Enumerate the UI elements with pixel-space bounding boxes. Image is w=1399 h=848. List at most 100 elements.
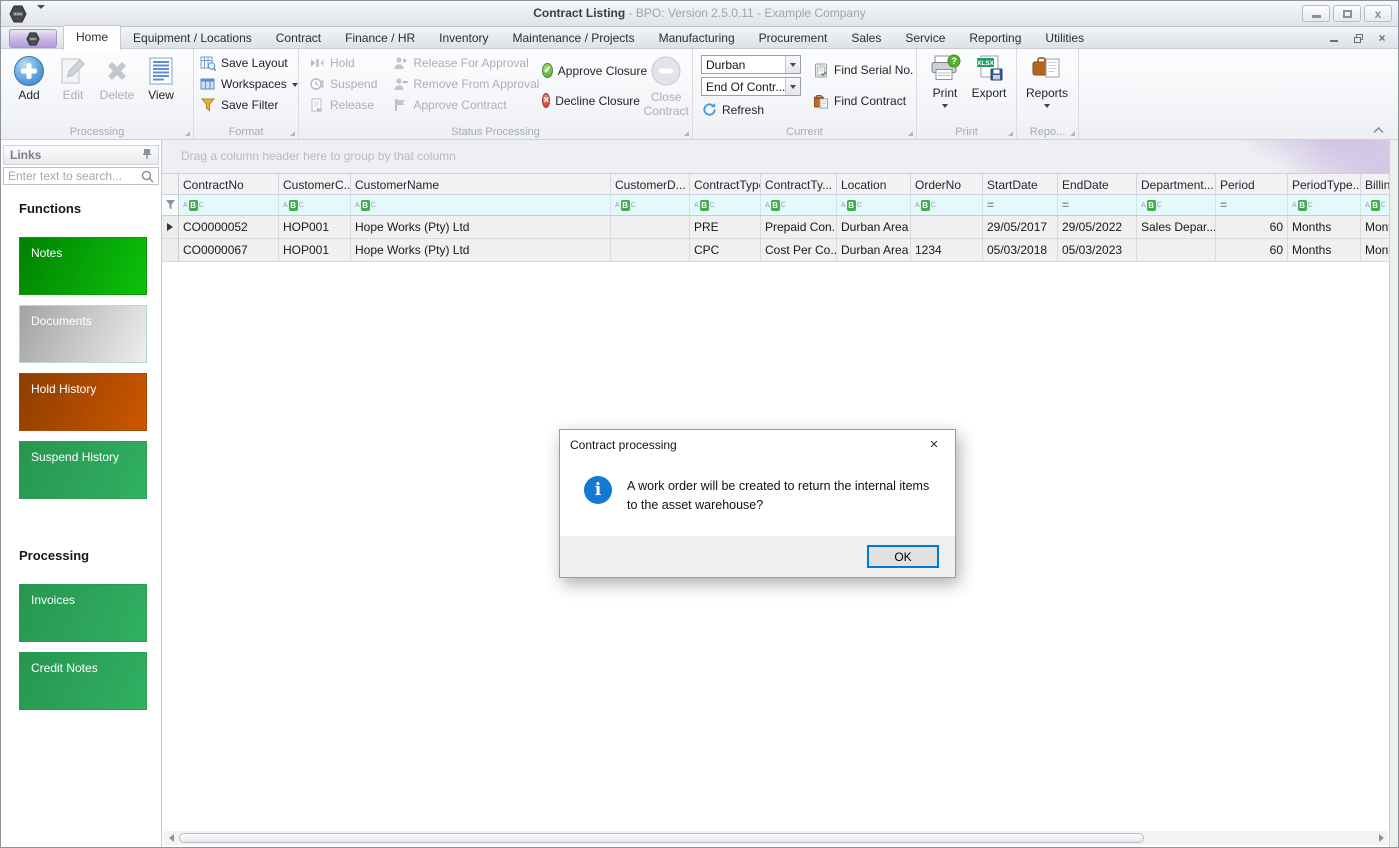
- filter-cell-periodtype[interactable]: ABC: [1288, 195, 1361, 215]
- links-panel-header[interactable]: Links: [3, 145, 159, 165]
- dialog-launcher-icon[interactable]: [185, 131, 190, 136]
- minimize-button[interactable]: [1302, 5, 1330, 22]
- filter-cell-customerd[interactable]: ABC: [611, 195, 690, 215]
- export-button[interactable]: XLSX Export: [967, 49, 1011, 108]
- tab-maintenance-projects[interactable]: Maintenance / Projects: [501, 27, 647, 49]
- dialog-close-icon[interactable]: ×: [913, 430, 955, 459]
- filter-cell-contractty[interactable]: ABC: [761, 195, 837, 215]
- cell-customerd[interactable]: [611, 239, 690, 262]
- column-header-orderno[interactable]: OrderNo: [911, 174, 983, 195]
- collapse-ribbon-icon[interactable]: [1370, 123, 1386, 135]
- cell-periodtype[interactable]: Months: [1288, 239, 1361, 262]
- dialog-launcher-icon[interactable]: [290, 131, 295, 136]
- close-contract-button[interactable]: Close Contract: [640, 49, 692, 119]
- cell-department[interactable]: [1137, 239, 1216, 262]
- column-header-contracttype[interactable]: ContractType: [690, 174, 761, 195]
- column-header-period[interactable]: Period: [1216, 174, 1288, 195]
- decline-closure-button[interactable]: × Decline Closure: [536, 90, 640, 111]
- maximize-button[interactable]: [1333, 5, 1361, 22]
- cell-orderno[interactable]: 1234: [911, 239, 983, 262]
- save-layout-button[interactable]: Save Layout: [194, 52, 298, 73]
- tab-home[interactable]: Home: [63, 25, 122, 50]
- scroll-left-icon[interactable]: [164, 831, 178, 845]
- group-by-panel[interactable]: Drag a column header here to group by th…: [162, 140, 1398, 173]
- column-header-customerd[interactable]: CustomerD...: [611, 174, 690, 195]
- dialog-launcher-icon[interactable]: [684, 131, 689, 136]
- column-header-periodtype[interactable]: PeriodType...: [1288, 174, 1361, 195]
- filter-cell-department[interactable]: ABC: [1137, 195, 1216, 215]
- column-header-enddate[interactable]: EndDate: [1058, 174, 1137, 195]
- filter-cell-orderno[interactable]: ABC: [911, 195, 983, 215]
- sidebar-tile-documents[interactable]: Documents: [19, 305, 147, 363]
- reports-button[interactable]: Reports: [1023, 49, 1071, 108]
- tab-finance-hr[interactable]: Finance / HR: [333, 27, 427, 49]
- sidebar-tile-notes[interactable]: Notes: [19, 237, 147, 295]
- cell-contracttype[interactable]: CPC: [690, 239, 761, 262]
- cell-contractno[interactable]: CO0000052: [179, 216, 279, 239]
- tab-manufacturing[interactable]: Manufacturing: [647, 27, 747, 49]
- cell-orderno[interactable]: [911, 216, 983, 239]
- filter-cell-contracttype[interactable]: ABC: [690, 195, 761, 215]
- print-button[interactable]: ? Print: [923, 49, 967, 108]
- cell-customername[interactable]: Hope Works (Pty) Ltd: [351, 239, 611, 262]
- cell-customername[interactable]: Hope Works (Pty) Ltd: [351, 216, 611, 239]
- column-header-startdate[interactable]: StartDate: [983, 174, 1058, 195]
- filter-cell-customername[interactable]: ABC: [351, 195, 611, 215]
- close-button[interactable]: x: [1364, 5, 1392, 22]
- refresh-button[interactable]: Refresh: [701, 99, 801, 120]
- cell-enddate[interactable]: 05/03/2023: [1058, 239, 1137, 262]
- filter-cell-customerc[interactable]: ABC: [279, 195, 351, 215]
- suspend-button[interactable]: Suspend: [303, 73, 386, 94]
- save-filter-button[interactable]: Save Filter: [194, 94, 298, 115]
- cell-periodtype[interactable]: Months: [1288, 216, 1361, 239]
- tab-sales[interactable]: Sales: [839, 27, 893, 49]
- vertical-scrollbar[interactable]: [1389, 140, 1398, 847]
- dialog-launcher-icon[interactable]: [1070, 131, 1075, 136]
- edit-button[interactable]: Edit: [51, 51, 95, 103]
- find-serial-no-button[interactable]: Find Serial No.: [813, 59, 913, 80]
- column-header-customername[interactable]: CustomerName: [351, 174, 611, 195]
- tab-equipment-locations[interactable]: Equipment / Locations: [121, 27, 264, 49]
- tab-contract[interactable]: Contract: [264, 27, 333, 49]
- cell-contractty[interactable]: Prepaid Con...: [761, 216, 837, 239]
- cell-location[interactable]: Durban Area: [837, 239, 911, 262]
- sidebar-tile-hold-history[interactable]: Hold History: [19, 373, 147, 431]
- dialog-launcher-icon[interactable]: [908, 131, 913, 136]
- mdi-restore-icon[interactable]: [1352, 32, 1364, 44]
- filter-cell-enddate[interactable]: =: [1058, 195, 1137, 215]
- filter-cell-location[interactable]: ABC: [837, 195, 911, 215]
- cell-startdate[interactable]: 29/05/2017: [983, 216, 1058, 239]
- cell-period[interactable]: 60: [1216, 239, 1288, 262]
- view-button[interactable]: View: [139, 51, 183, 103]
- scrollbar-thumb[interactable]: [179, 833, 1144, 843]
- tab-procurement[interactable]: Procurement: [747, 27, 840, 49]
- remove-from-approval-button[interactable]: Remove From Approval: [386, 73, 539, 94]
- cell-contractty[interactable]: Cost Per Co...: [761, 239, 837, 262]
- horizontal-scrollbar[interactable]: [164, 831, 1388, 845]
- delete-button[interactable]: Delete: [95, 51, 139, 103]
- cell-period[interactable]: 60: [1216, 216, 1288, 239]
- table-row[interactable]: CO0000052 HOP001 Hope Works (Pty) Ltd PRE Pr…: [162, 216, 1398, 239]
- column-header-customerc[interactable]: CustomerC...: [279, 174, 351, 195]
- filter-cell-period[interactable]: =: [1216, 195, 1288, 215]
- tab-reporting[interactable]: Reporting: [957, 27, 1033, 49]
- approve-contract-button[interactable]: Approve Contract: [386, 94, 536, 115]
- application-menu-button[interactable]: [9, 29, 57, 48]
- release-button[interactable]: Release: [303, 94, 386, 115]
- cell-enddate[interactable]: 29/05/2022: [1058, 216, 1137, 239]
- column-header-department[interactable]: Department...: [1137, 174, 1216, 195]
- cell-department[interactable]: Sales Depar...: [1137, 216, 1216, 239]
- column-header-location[interactable]: Location: [837, 174, 911, 195]
- column-header-contractno[interactable]: ContractNo: [179, 174, 279, 195]
- sidebar-tile-credit-notes[interactable]: Credit Notes: [19, 652, 147, 710]
- cell-customerd[interactable]: [611, 216, 690, 239]
- search-input[interactable]: [4, 169, 141, 183]
- mdi-minimize-icon[interactable]: [1328, 32, 1340, 44]
- column-header-contractty[interactable]: ContractTy...: [761, 174, 837, 195]
- sidebar-tile-suspend-history[interactable]: Suspend History: [19, 441, 147, 499]
- approve-closure-button[interactable]: ✓ Approve Closure: [536, 60, 647, 81]
- contract-status-combobox[interactable]: End Of Contr...: [701, 77, 801, 96]
- dialog-launcher-icon[interactable]: [1008, 131, 1013, 136]
- find-contract-button[interactable]: Find Contract: [813, 90, 913, 111]
- cell-startdate[interactable]: 05/03/2018: [983, 239, 1058, 262]
